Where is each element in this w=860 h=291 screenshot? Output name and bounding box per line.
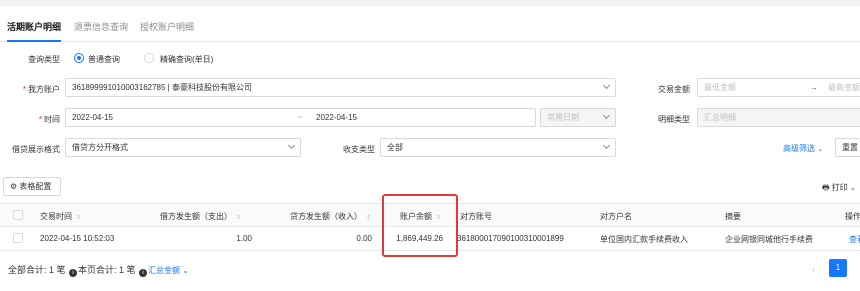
radio-normal-query-label: 普通查询 [88, 55, 120, 64]
tab-bar: 活期账户明细 退票信息查询 授权账户明细 [0, 6, 860, 42]
date-range-picker[interactable]: 2022-04-15 ~ 2022-04-15 [65, 108, 536, 127]
chevron-down-icon: ⌄ [850, 185, 856, 192]
row-debit: 1.00 [236, 234, 252, 243]
gear-icon: ⚙ [10, 182, 18, 191]
header-time[interactable]: 交易时间 ⇕ [40, 211, 81, 222]
header-counter-account: 对方账号 [460, 212, 492, 221]
prev-page-icon[interactable]: ‹ [812, 264, 815, 274]
amount-max-input[interactable]: 最高金额 [828, 79, 860, 96]
query-type-label: 查询类型 [28, 55, 60, 64]
chevron-down-icon [602, 81, 611, 90]
detail-type-placeholder: 汇总明细 [704, 113, 736, 122]
chevron-down-icon [602, 141, 611, 150]
inout-type-select[interactable]: 全部 [380, 138, 616, 157]
format-select[interactable]: 借贷方分开格式 [65, 138, 301, 157]
balance-highlight-box [382, 194, 458, 257]
radio-normal-query[interactable] [74, 53, 84, 63]
page-total-count: 本页合计: 1 笔 [78, 265, 136, 275]
row-counter-name: 单位国内汇款手续费收入 [600, 235, 688, 244]
page-button-1[interactable]: 1 [829, 259, 847, 277]
format-select-value: 借贷方分开格式 [72, 143, 128, 152]
reset-button[interactable]: 重置 [835, 138, 860, 157]
table-footer: 全部合计: 1 笔 i 本页合计: 1 笔 i 汇总金额 ⌄ [8, 263, 189, 277]
info-icon: i [69, 269, 78, 277]
printer-icon: 🖶 [822, 183, 830, 192]
detail-type-label: 明细类型 [658, 115, 690, 124]
account-select[interactable]: 3618999910100031627​85 | 泰豪科技股份有限公司 [65, 78, 616, 97]
sort-icon: ⇕ [236, 215, 242, 221]
header-credit[interactable]: 贷方发生额（收入） ⇕ [290, 211, 371, 222]
sort-icon: ⇕ [366, 215, 372, 221]
tab-refund-query[interactable]: 退票信息查询 [74, 20, 128, 33]
detail-type-select[interactable]: 汇总明细 [697, 108, 860, 127]
table-config-label: 表格配置 [19, 182, 52, 191]
common-date-placeholder: 常用日期 [547, 113, 579, 122]
header-summary: 摘要 [725, 212, 741, 221]
summary-amount-link[interactable]: 汇总金额 ⌄ [148, 266, 189, 275]
print-label: 打印 [831, 183, 848, 192]
total-count: 全部合计: 1 笔 [8, 265, 66, 275]
arrow-right-icon: → [810, 83, 818, 92]
header-counter-name: 对方户名 [600, 212, 632, 221]
inout-type-label: 收支类型 [343, 145, 375, 154]
radio-exact-query-label: 精确查询(单日) [160, 55, 214, 64]
info-icon: i [139, 269, 148, 277]
tab-current-account-detail[interactable]: 活期账户明细 [7, 20, 61, 33]
row-summary: 企业网银同城他行手续费 [725, 235, 813, 244]
header-debit[interactable]: 借方发生额（支出） ⇕ [160, 211, 241, 222]
date-end[interactable]: 2022-04-15 [316, 109, 357, 126]
row-time: 2022-04-15 10:52:03 [40, 234, 115, 243]
row-checkbox[interactable] [13, 233, 23, 243]
row-credit: 0.00 [356, 234, 372, 243]
date-start[interactable]: 2022-04-15 [72, 113, 113, 122]
radio-exact-query[interactable] [144, 53, 154, 63]
tab-authorized-account-detail[interactable]: 授权账户明细 [140, 20, 194, 33]
row-counter-account: 3618000170901003100018​99 [457, 234, 564, 243]
inout-type-value: 全部 [387, 143, 403, 152]
date-separator: ~ [298, 113, 303, 122]
table-config-button[interactable]: ⚙ 表格配置 [3, 177, 61, 196]
amount-range-input[interactable]: 最低金额 → 最高金额 [697, 78, 860, 97]
row-view-link[interactable]: 查看 [849, 234, 860, 245]
chevron-down-icon [287, 141, 296, 150]
common-date-select[interactable]: 常用日期 [540, 108, 616, 127]
chevron-down-icon [602, 111, 611, 120]
active-tab-indicator [7, 40, 61, 42]
print-button[interactable]: 🖶 打印 ⌄ [822, 182, 856, 196]
amount-label: 交易金额 [658, 85, 690, 94]
time-label: * 时间 [38, 115, 60, 124]
header-action: 操作 [845, 212, 860, 221]
amount-min-input[interactable]: 最低金额 [704, 83, 736, 92]
sort-icon: ⇕ [76, 215, 82, 221]
format-label: 借贷展示格式 [12, 145, 60, 154]
account-select-value: 3618999910100031627​85 | 泰豪科技股份有限公司 [72, 83, 252, 92]
select-all-checkbox[interactable] [13, 210, 23, 220]
chevron-down-icon: ⌄ [817, 146, 824, 153]
account-label: * 我方账户 [22, 85, 60, 94]
advanced-filter-link[interactable]: 高级筛选 ⌄ [783, 143, 823, 154]
